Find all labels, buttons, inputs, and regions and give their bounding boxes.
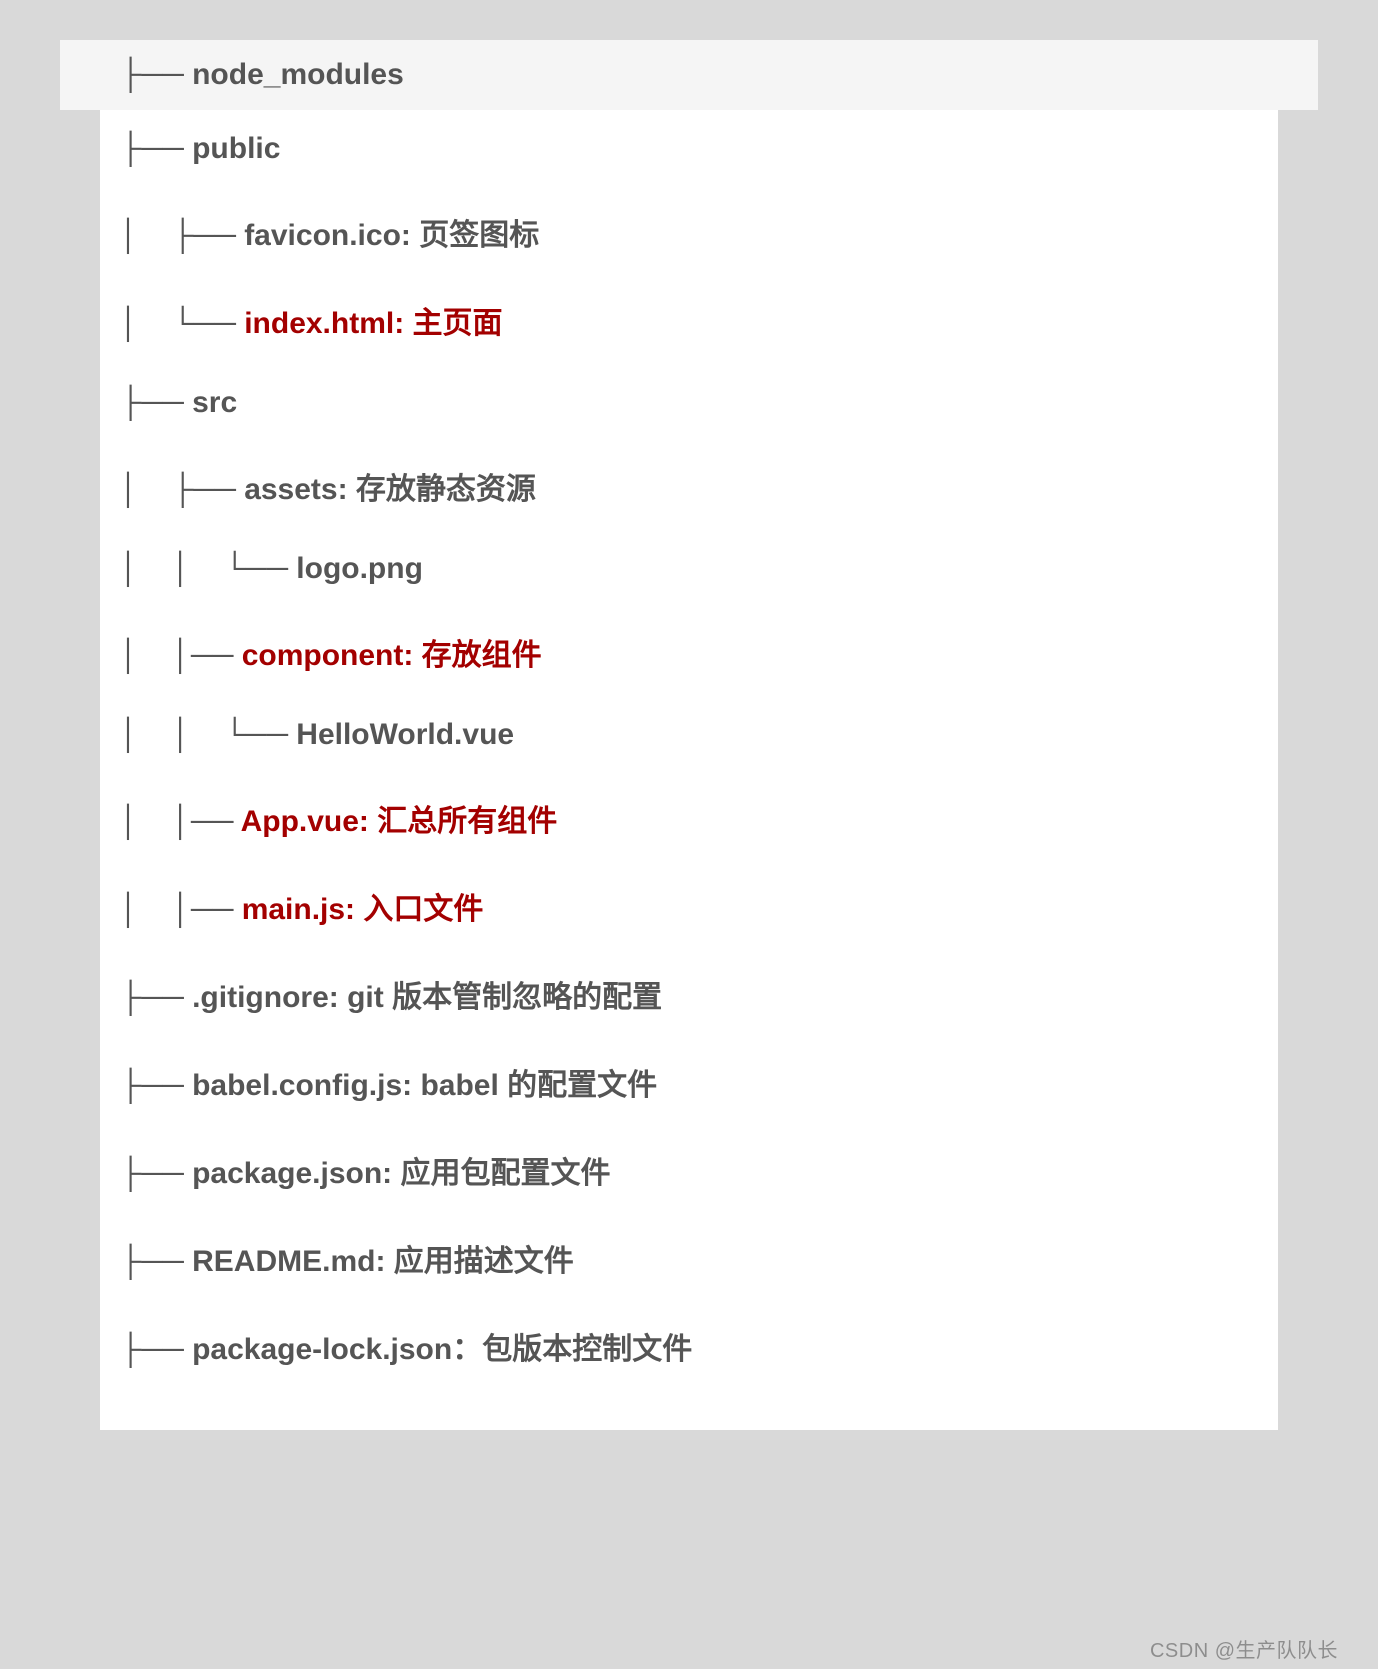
tree-line-prefix: │ │── [120,805,241,838]
tree-line: │ ├── favicon.ico: 页签图标 [100,188,1278,276]
tree-line-label: App.vue: 汇总所有组件 [241,805,558,838]
tree-line-prefix: │ │── [120,639,242,672]
tree-line: ├── src [100,364,1278,442]
watermark-text: CSDN @生产队队长 [1150,1634,1338,1663]
main-box: ├── public│ ├── favicon.ico: 页签图标│ └── i… [100,110,1278,1430]
tree-line-label: main.js: 入口文件 [242,893,484,926]
tree-line: ├── package.json: 应用包配置文件 [100,1126,1278,1214]
tree-line: │ │── main.js: 入口文件 [100,862,1278,950]
tree-line-prefix: │ │── [120,893,242,926]
tree-line: ├── .gitignore: git 版本管制忽略的配置 [100,950,1278,1038]
tree-line: ├── package-lock.json：包版本控制文件 [100,1302,1278,1390]
tree-line-label: component: 存放组件 [242,639,542,672]
tree-line: │ ├── assets: 存放静态资源 [100,442,1278,530]
tree-line: │ │ └── HelloWorld.vue [100,696,1278,774]
tree-line-header: ├── node_modules [120,58,1318,92]
tree-line: │ │── App.vue: 汇总所有组件 [100,774,1278,862]
tree-line: ├── README.md: 应用描述文件 [100,1214,1278,1302]
tree-line: │ │── component: 存放组件 [100,608,1278,696]
tree-line: │ │ └── logo.png [100,530,1278,608]
tree-line: ├── babel.config.js: babel 的配置文件 [100,1038,1278,1126]
tree-line: │ └── index.html: 主页面 [100,276,1278,364]
tree-line: ├── public [100,110,1278,188]
tree-line-label: index.html: 主页面 [244,307,502,340]
header-box: ├── node_modules [60,40,1318,110]
tree-line-prefix: │ └── [120,307,244,340]
